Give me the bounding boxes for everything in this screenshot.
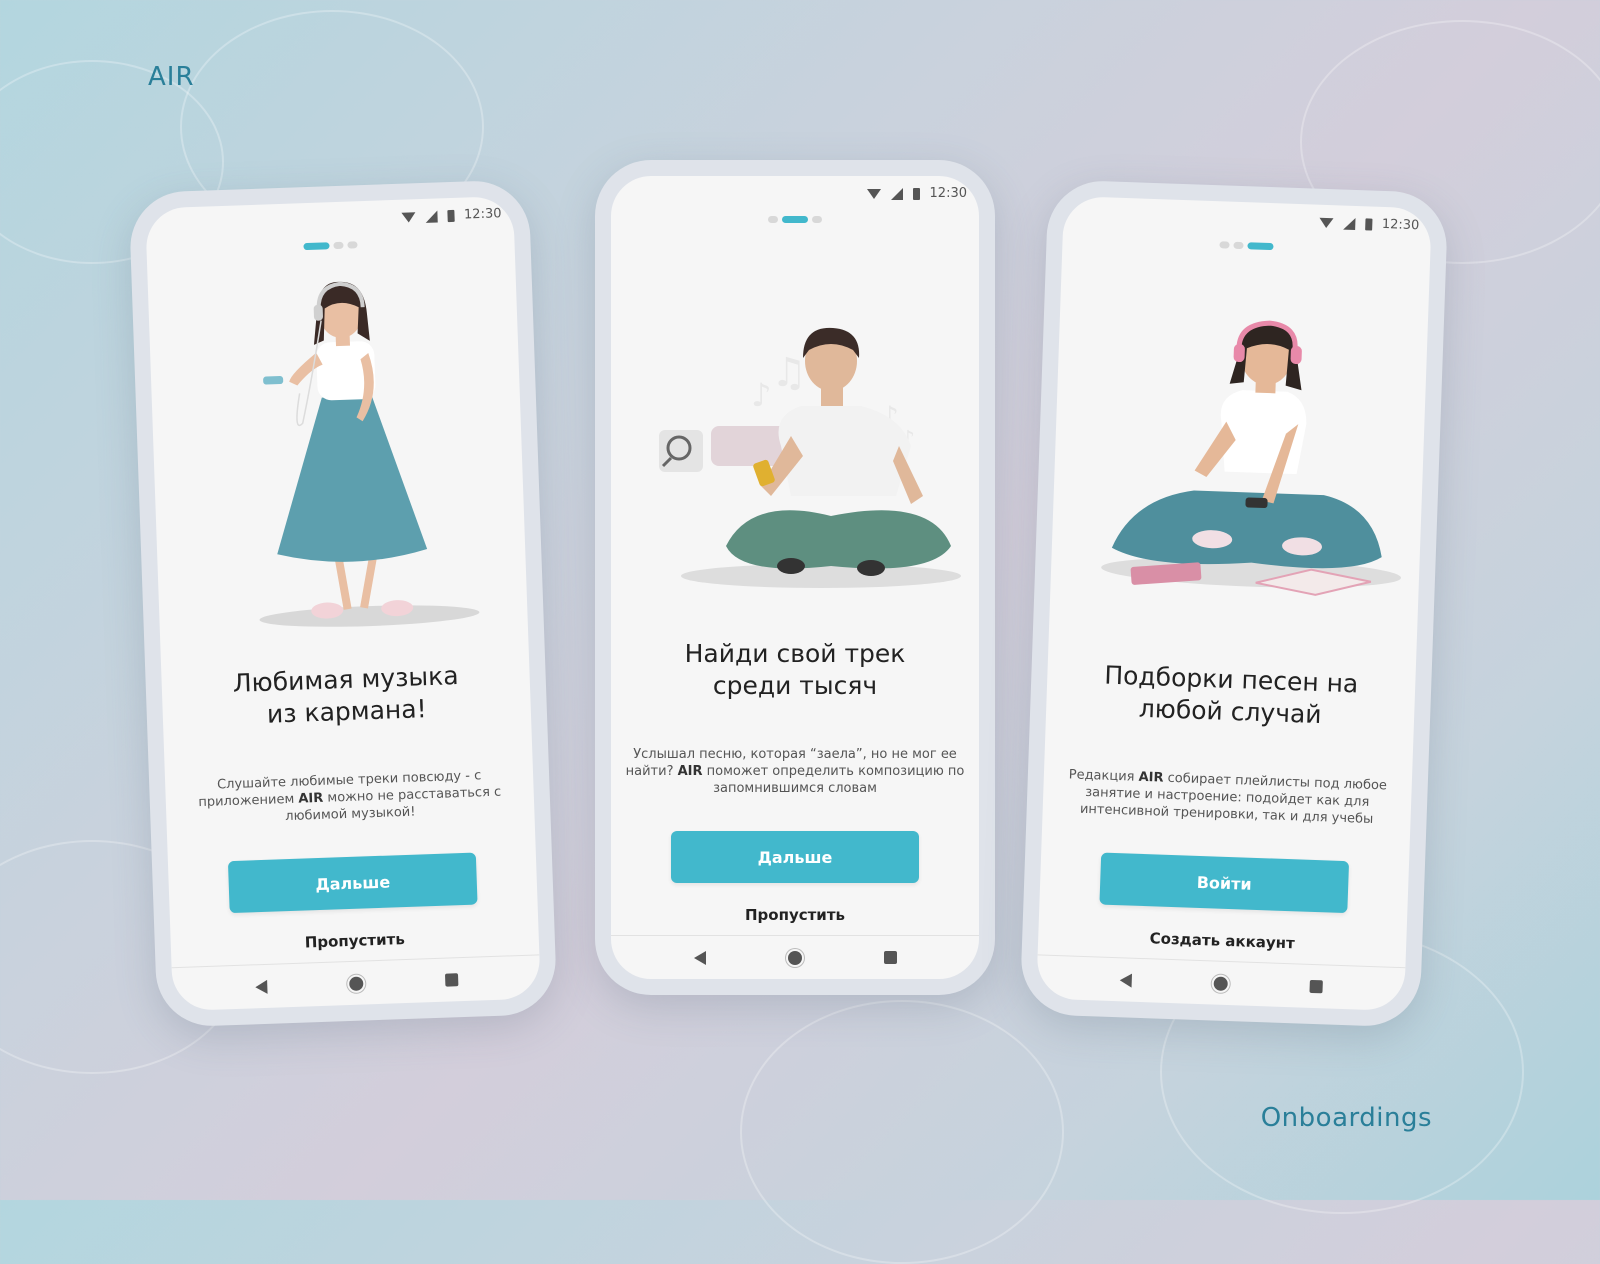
onboarding-description: Слушайте любимые треки повсюду - с прило… <box>187 766 513 828</box>
battery-icon <box>1364 217 1373 231</box>
description-text: поможет определить композицию по запомни… <box>702 764 965 796</box>
onboarding-screen-1: 12:30 Любимая музыка из кармана! Слушайт… <box>145 195 541 1012</box>
nav-back-icon[interactable] <box>693 950 706 965</box>
status-bar: 12:30 <box>866 186 967 201</box>
skip-link[interactable]: Пропустить <box>171 925 539 956</box>
page-dot <box>1219 241 1230 249</box>
next-button[interactable]: Дальше <box>671 831 919 883</box>
page-dot-active <box>782 216 808 223</box>
description-brand: AIR <box>677 764 703 779</box>
girl-walking-with-headphones-illustration <box>259 281 480 627</box>
description-brand: AIR <box>1138 769 1164 786</box>
nav-recents-icon[interactable] <box>1308 979 1323 994</box>
girl-sitting-with-books-illustration <box>1101 320 1401 596</box>
wifi-icon <box>1318 217 1334 228</box>
description-text: Редакция <box>1068 767 1139 785</box>
skip-link[interactable]: Пропустить <box>611 906 979 924</box>
status-time: 12:30 <box>929 186 967 201</box>
create-account-link[interactable]: Создать аккаунт <box>1038 925 1406 956</box>
battery-icon <box>912 187 920 200</box>
next-button[interactable]: Дальше <box>227 852 478 914</box>
nav-recents-icon[interactable] <box>883 951 897 964</box>
battery-icon <box>446 209 455 222</box>
page-indicator <box>611 216 979 223</box>
page-dot <box>768 216 778 223</box>
signal-icon <box>424 209 438 223</box>
onboarding-screen-2: 12:30 ♪ ♫ ♪ ♪ Найди с <box>611 176 979 979</box>
page-indicator <box>1062 236 1430 256</box>
page-dot <box>1233 241 1244 250</box>
page-dot-active <box>1247 242 1274 251</box>
page-caption: Onboardings <box>1260 1103 1432 1133</box>
onboarding-description: Услышал песню, которая “заела”, но не мо… <box>617 746 973 797</box>
status-time: 12:30 <box>463 206 502 223</box>
wifi-icon <box>866 188 881 199</box>
page-dot <box>812 216 822 223</box>
wifi-icon <box>400 211 416 223</box>
system-nav-bar <box>1036 954 1406 1012</box>
description-brand: AIR <box>298 790 324 807</box>
page-dot-active <box>303 242 330 251</box>
onboarding-title: Найди свой трек среди тысяч <box>684 639 906 700</box>
phone-frame-1: 12:30 Любимая музыка из кармана! Слушайт… <box>128 179 558 1028</box>
nav-home-icon[interactable] <box>787 950 802 965</box>
background-cloud <box>740 1000 1064 1264</box>
brand-logo-text: AIR <box>148 62 195 92</box>
page-indicator <box>146 236 514 256</box>
onboarding-screen-3: 12:30 Подборки песен на любой случай Ред… <box>1036 195 1432 1012</box>
system-nav-bar <box>171 954 541 1012</box>
svg-text:♪: ♪ <box>751 376 771 414</box>
nav-home-icon[interactable] <box>1212 976 1228 991</box>
page-dot <box>347 241 358 249</box>
status-bar: 12:30 <box>400 206 502 224</box>
nav-home-icon[interactable] <box>348 976 364 991</box>
onboarding-description: Редакция AIR собирает плейлисты под любо… <box>1048 766 1406 829</box>
svg-text:♫: ♫ <box>771 350 807 396</box>
login-button[interactable]: Войти <box>1099 852 1350 914</box>
status-bar: 12:30 <box>1318 215 1420 234</box>
nav-back-icon[interactable] <box>1119 972 1132 988</box>
phone-frame-3: 12:30 Подборки песен на любой случай Ред… <box>1019 179 1449 1028</box>
status-time: 12:30 <box>1381 216 1420 234</box>
system-nav-bar <box>611 935 979 979</box>
page-dot <box>333 241 344 250</box>
onboarding-title: Подборки песен на любой случай <box>1103 660 1359 730</box>
signal-icon <box>1342 217 1356 230</box>
phone-frame-2: 12:30 ♪ ♫ ♪ ♪ Найди с <box>595 160 995 995</box>
nav-back-icon[interactable] <box>254 979 268 994</box>
boy-sitting-with-phone-search-illustration: ♪ ♫ ♪ ♪ <box>659 327 961 588</box>
signal-icon <box>890 187 903 200</box>
nav-recents-icon[interactable] <box>444 973 458 987</box>
onboarding-title: Любимая музыка из кармана! <box>232 661 459 729</box>
